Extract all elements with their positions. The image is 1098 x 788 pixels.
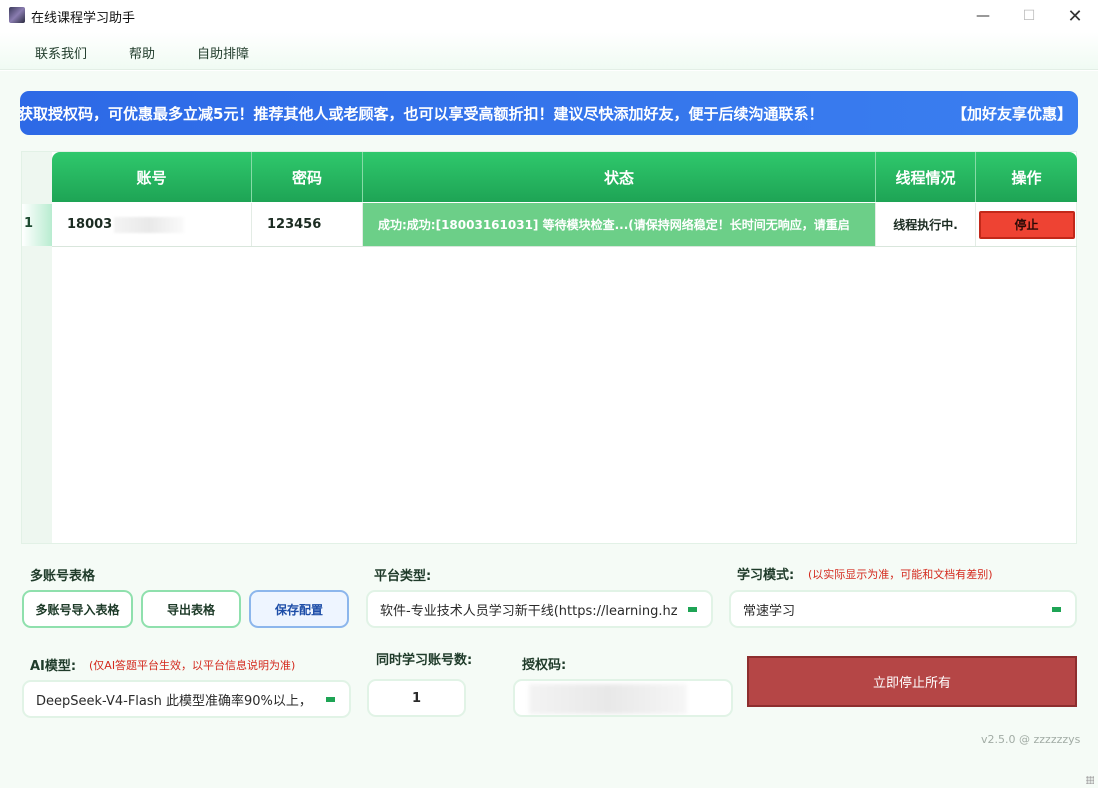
banner-text: 获取授权码，可优惠最多立减5元！推荐其他人或老顾客，也可以享受高额折扣！建议尽快… [20,105,824,123]
cell-action: 停止 [976,203,1077,246]
app-logo-icon [9,7,25,23]
table-header: 账号 密码 状态 线程情况 操作 [52,152,1077,202]
auth-code-label: 授权码: [522,658,567,673]
title-bar: 在线课程学习助手 — ☐ ✕ [0,0,1098,32]
redacted-mask [529,684,687,714]
status-text: 成功:成功:[18003161031] 等待模块检查...(请保持网络稳定！长时… [378,218,850,232]
window-title: 在线课程学习助手 [31,11,136,26]
redacted-mask [114,216,185,233]
cell-account[interactable]: 18003 [52,203,252,246]
platform-select[interactable]: 软件-专业技术人员学习新干线(https://learning.hz [366,590,713,628]
promo-banner: 获取授权码，可优惠最多立减5元！推荐其他人或老顾客，也可以享受高额折扣！建议尽快… [20,91,1078,135]
stop-all-button[interactable]: 立即停止所有 [747,656,1077,707]
header-account[interactable]: 账号 [52,152,252,202]
close-button[interactable]: ✕ [1052,0,1098,32]
concurrency-label: 同时学习账号数: [376,653,473,668]
maximize-button[interactable]: ☐ [1006,0,1052,32]
ai-model-select[interactable]: DeepSeek-V4-Flash 此模型准确率90%以上， [22,680,351,718]
ai-model-value: DeepSeek-V4-Flash 此模型准确率90%以上， [36,693,312,709]
cell-status[interactable]: 成功:成功:[18003161031] 等待模块检查...(请保持网络稳定！长时… [363,203,876,246]
study-mode-value: 常速学习 [743,603,796,619]
study-mode-note: (以实际显示为准，可能和文档有差别) [808,568,993,581]
dropdown-icon [688,607,697,612]
ai-model-note: (仅AI答题平台生效，以平台信息说明为准) [89,659,296,672]
version-label: v2.5.0 @ zzzzzzys [981,733,1081,746]
menu-bar: 联系我们 帮助 自助排障 [0,32,1098,70]
account-table: 1 账号 密码 状态 线程情况 操作 18003 123456 成功:成功:[1… [21,151,1077,544]
auth-code-input[interactable] [513,679,733,717]
ai-model-label: AI模型: [30,659,77,674]
multi-account-label: 多账号表格 [30,569,96,584]
platform-value: 软件-专业技术人员学习新干线(https://learning.hz [380,603,678,619]
save-config-button[interactable]: 保存配置 [249,590,349,628]
import-table-button[interactable]: 多账号导入表格 [22,590,133,628]
account-text: 18003 [67,217,113,232]
cell-thread: 线程执行中. [876,203,976,246]
header-action[interactable]: 操作 [976,152,1077,202]
study-mode-select[interactable]: 常速学习 [729,590,1077,628]
header-thread[interactable]: 线程情况 [876,152,976,202]
header-password[interactable]: 密码 [252,152,363,202]
export-table-button[interactable]: 导出表格 [141,590,241,628]
banner-add-friend-link[interactable]: 【加好友享优惠】 [952,103,1072,124]
study-mode-label: 学习模式: [737,568,795,583]
header-status[interactable]: 状态 [363,152,876,202]
row-number-column: 1 [22,152,52,543]
menu-contact[interactable]: 联系我们 [35,43,87,62]
table-row[interactable]: 18003 123456 成功:成功:[18003161031] 等待模块检查.… [52,203,1077,247]
row-stop-button[interactable]: 停止 [978,210,1075,239]
resize-grip-icon[interactable] [1086,776,1094,784]
row-number[interactable]: 1 [22,204,52,246]
minimize-button[interactable]: — [960,0,1006,32]
cell-password[interactable]: 123456 [252,203,363,246]
menu-troubleshoot[interactable]: 自助排障 [197,43,249,62]
dropdown-icon [1052,607,1061,612]
concurrency-input[interactable]: 1 [367,679,466,717]
menu-help[interactable]: 帮助 [129,43,155,62]
dropdown-icon [326,697,335,702]
platform-label: 平台类型: [374,569,432,584]
